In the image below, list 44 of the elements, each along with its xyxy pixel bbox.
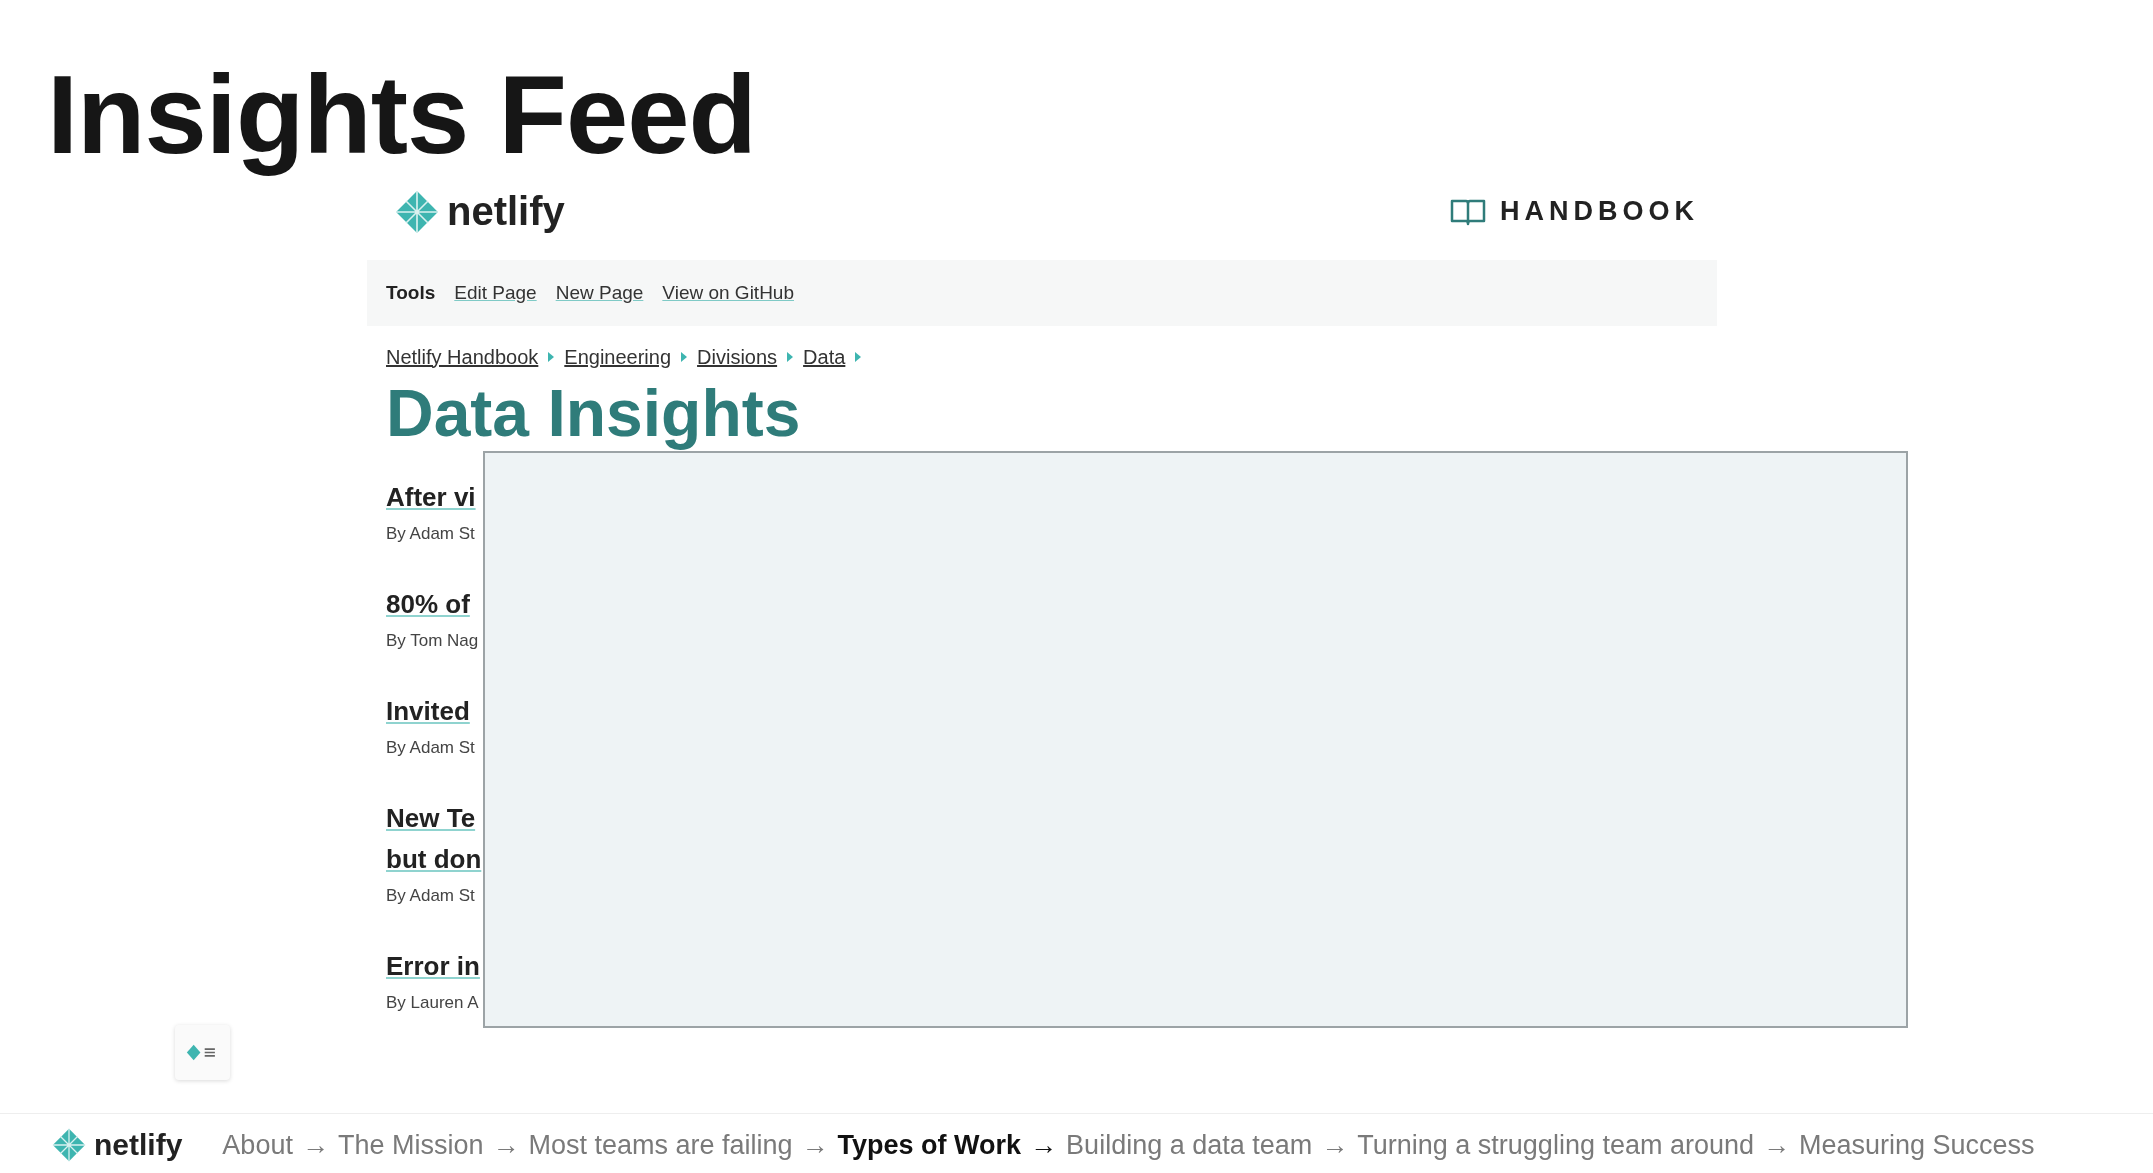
- post-byline: By Tom Nag: [386, 631, 480, 652]
- triangle-icon: [681, 352, 688, 363]
- post-byline: By Adam St: [386, 886, 476, 907]
- nav-link[interactable]: Measuring Success: [1799, 1129, 2035, 1161]
- nav-link[interactable]: Turning a struggling team around: [1357, 1129, 1754, 1161]
- floating-menu-button[interactable]: [175, 1025, 230, 1080]
- nav-link[interactable]: Types of Work: [837, 1129, 1022, 1161]
- post-title-link[interactable]: New Te but don: [386, 798, 482, 881]
- breadcrumb-link[interactable]: Engineering: [564, 345, 672, 369]
- handbook-link[interactable]: HANDBOOK: [1450, 196, 1699, 228]
- arrow-separator: →: [492, 1129, 520, 1161]
- nav-link[interactable]: Most teams are failing: [528, 1129, 793, 1161]
- post-byline: By Lauren A: [386, 993, 480, 1014]
- diamond-logo-icon: [395, 189, 439, 234]
- tool-link[interactable]: View on GitHub: [662, 281, 794, 304]
- post-title-link[interactable]: Invited: [386, 691, 470, 733]
- brand-name: netlify: [94, 1128, 183, 1162]
- arrow-separator: →: [301, 1129, 329, 1161]
- arrow-separator: →: [801, 1129, 829, 1161]
- page-heading: Data Insights: [386, 376, 802, 450]
- tool-link[interactable]: Edit Page: [454, 281, 537, 304]
- tools-label: Tools: [386, 281, 436, 304]
- breadcrumb-link[interactable]: Data: [803, 345, 846, 369]
- slide-title: Insights Feed: [46, 51, 757, 174]
- post-byline: By Adam St: [386, 524, 476, 545]
- tool-link[interactable]: New Page: [555, 281, 644, 304]
- post-title-link[interactable]: 80% of: [386, 584, 470, 626]
- arrow-separator: →: [1763, 1129, 1790, 1161]
- nav-link[interactable]: Building a data team: [1066, 1129, 1313, 1161]
- diamond-logo-icon: [52, 1128, 86, 1162]
- triangle-icon: [548, 352, 555, 363]
- post-title-link[interactable]: After vi: [386, 477, 476, 519]
- arrow-separator: →: [1030, 1129, 1058, 1161]
- post-byline: By Adam St: [386, 738, 476, 759]
- triangle-icon: [855, 352, 862, 363]
- nav-link[interactable]: The Mission: [337, 1129, 484, 1161]
- breadcrumb-link[interactable]: Netlify Handbook: [386, 345, 539, 369]
- arrow-separator: →: [1321, 1129, 1349, 1161]
- nav-link[interactable]: About: [222, 1129, 293, 1161]
- book-icon: [1450, 197, 1486, 226]
- brand-name: netlify: [447, 189, 565, 235]
- post-title-link[interactable]: Error in: [386, 946, 480, 988]
- breadcrumb-link[interactable]: Divisions: [697, 345, 778, 369]
- triangle-icon: [787, 352, 794, 363]
